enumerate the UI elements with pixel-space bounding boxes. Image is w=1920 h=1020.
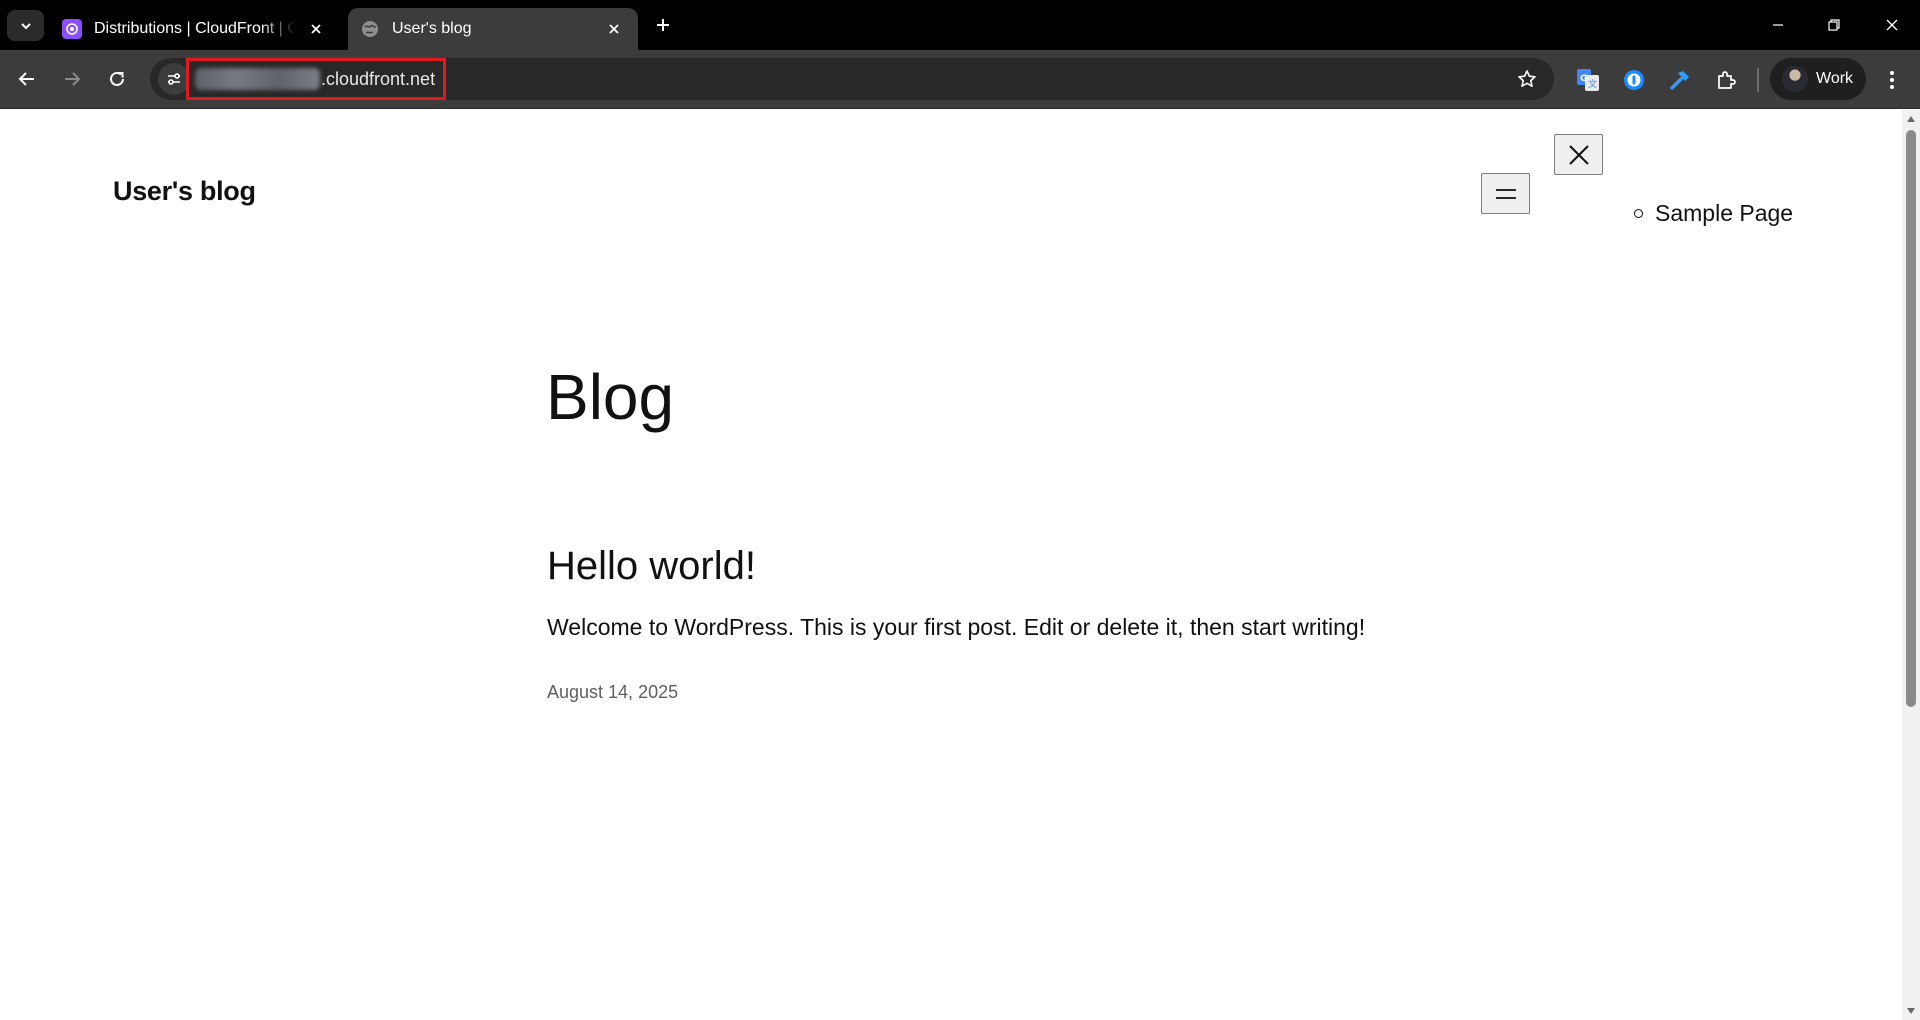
extensions-button[interactable] [1712,66,1740,94]
svg-text:G: G [1580,74,1587,84]
chevron-down-icon [20,22,31,29]
post-date[interactable]: August 14, 2025 [547,682,678,703]
close-icon [1886,19,1898,31]
scroll-up-icon[interactable] [1902,110,1920,128]
cloudfront-icon [62,19,82,39]
tab-cloudfront[interactable]: Distributions | CloudFront | Global [50,8,340,50]
back-button[interactable] [10,62,44,96]
avatar [1782,66,1808,92]
post-excerpt: Welcome to WordPress. This is your first… [547,614,1366,640]
close-tab-icon[interactable] [602,17,626,41]
bookmark-button[interactable] [1514,66,1540,92]
google-translate-extension[interactable]: G文 [1574,66,1602,94]
hammer-icon [1670,71,1689,90]
reload-button[interactable] [100,62,134,96]
minimize-button[interactable] [1758,8,1798,42]
password-manager-extension[interactable] [1620,66,1648,94]
tab-search-button[interactable] [7,10,44,41]
post-title[interactable]: Hello world! [547,544,756,589]
reload-icon [110,71,124,86]
plus-icon [657,19,669,31]
scroll-down-icon[interactable] [1902,1002,1920,1020]
tab-title: Distributions | CloudFront | Global [94,20,296,37]
minimize-icon [1773,24,1783,26]
hammer-extension[interactable] [1666,66,1694,94]
forward-button[interactable] [55,62,89,96]
profile-button[interactable]: Work [1770,58,1866,100]
password-manager-icon [1624,70,1644,90]
puzzle-icon [1718,71,1736,89]
url-text: .cloudfront.net [321,68,436,89]
browser-toolbar: .cloudfront.net G文 Work [0,50,1920,109]
url-highlight-box[interactable]: .cloudfront.net [186,58,446,100]
close-menu-button[interactable] [1554,134,1603,175]
open-menu-button[interactable] [1481,173,1530,214]
close-tab-icon[interactable] [304,17,328,41]
svg-text:文: 文 [1588,78,1597,90]
arrow-right-icon [65,72,81,86]
restore-button[interactable] [1814,8,1854,42]
scrollbar-thumb[interactable] [1906,130,1916,707]
toolbar-separator [1757,68,1759,92]
close-icon [1568,144,1589,165]
tab-users-blog[interactable]: User's blog [348,8,638,50]
tune-icon [168,73,180,85]
address-bar[interactable]: .cloudfront.net [150,58,1554,100]
list-bullet-icon [1634,209,1643,218]
hamburger-icon [1495,188,1516,199]
tab-title: User's blog [392,20,472,37]
page-scrollbar[interactable] [1902,110,1920,1020]
restore-icon [1828,19,1840,31]
browser-menu-button[interactable] [1878,66,1906,94]
new-tab-button[interactable] [650,12,676,38]
close-window-button[interactable] [1872,8,1912,42]
web-page: User's blog Sample Page Blog Hello world… [0,110,1902,1020]
kebab-icon [1890,71,1894,89]
nav-item-label[interactable]: Sample Page [1655,200,1793,227]
arrow-left-icon [18,72,34,86]
nav-item-sample-page[interactable]: Sample Page [1634,200,1793,227]
page-title: Blog [546,361,675,433]
site-title[interactable]: User's blog [113,176,256,207]
star-icon [1518,70,1536,87]
google-translate-icon: G文 [1577,69,1599,91]
profile-label: Work [1816,70,1854,87]
globe-icon [360,19,380,39]
tab-strip: Distributions | CloudFront | Global User… [0,0,1920,50]
redacted-subdomain [195,68,320,90]
site-navigation: Sample Page [1634,200,1793,227]
